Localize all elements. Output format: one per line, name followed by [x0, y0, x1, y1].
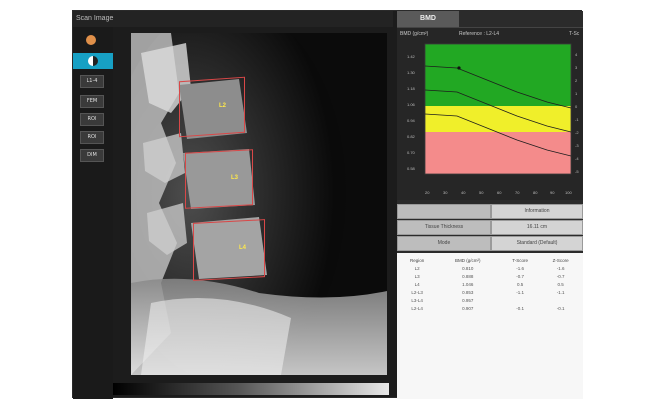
mode-label: Mode	[397, 236, 491, 251]
roi-box-l3[interactable]	[185, 149, 253, 209]
grayscale-window-bar[interactable]	[113, 383, 389, 395]
ytick-right: 4	[575, 52, 578, 57]
spine-tool-selected[interactable]	[73, 53, 113, 69]
ytick: 0.58	[407, 166, 415, 171]
ytick-right: -4	[575, 156, 579, 161]
ytick: 1.42	[407, 54, 415, 59]
cell-bmd: 0.907	[462, 305, 474, 311]
xtick: 40	[461, 190, 466, 195]
ytick-right: -3	[575, 143, 579, 148]
table-row[interactable]: L4 1.046 0.5 0.5	[399, 280, 581, 288]
bmd-results-table: Region BMD (g/cm²) T-Score Z-Score L2 0.…	[399, 256, 581, 312]
tab-bmd[interactable]: BMD	[397, 11, 459, 27]
blank-button[interactable]	[397, 204, 491, 219]
cell-region: L3	[414, 273, 420, 279]
information-button[interactable]: Information	[491, 204, 583, 219]
col-region: Region	[410, 257, 425, 263]
cell-region: L2-L3	[411, 289, 423, 295]
table-row[interactable]: L3 0.888 -0.7 -0.7	[399, 272, 581, 280]
tool-l1-l4[interactable]: L1-4	[80, 75, 104, 88]
ytick-right: -5	[575, 169, 579, 174]
tool-dim[interactable]: DIM	[80, 149, 104, 162]
cell-z-score: -0.1	[556, 305, 565, 311]
xtick: 100	[565, 190, 572, 195]
roi-label-l4: L4	[239, 245, 247, 251]
col-z-score: Z-Score	[552, 257, 569, 263]
tool-roi-2[interactable]: ROI	[80, 131, 104, 144]
cell-bmd: 1.046	[462, 281, 474, 287]
xtick: 60	[497, 190, 502, 195]
half-circle-icon	[88, 56, 98, 66]
xtick: 90	[550, 190, 555, 195]
xtick: 80	[533, 190, 538, 195]
col-t-score: T-Score	[512, 257, 529, 263]
zone-normal	[425, 44, 571, 106]
table-row[interactable]: L2-L4 0.907 -0.1 -0.1	[399, 304, 581, 312]
ytick-right: 1	[575, 91, 578, 96]
xtick: 50	[479, 190, 484, 195]
reference-graph: BMD (g/cm²) Reference : L2-L4 T-Sc 1.42 …	[397, 28, 583, 200]
cell-region: L2	[414, 265, 420, 271]
reference-curve-chart	[424, 43, 572, 175]
ytick: 1.30	[407, 70, 415, 75]
ytick-right: -2	[575, 130, 579, 135]
cell-bmd: 0.957	[462, 297, 474, 303]
tool-roi[interactable]: ROI	[80, 113, 104, 126]
patient-marker	[457, 66, 461, 70]
ytick: 0.70	[407, 150, 415, 155]
xtick: 20	[425, 190, 430, 195]
tool-strip: L1-4 FEM ROI ROI DIM	[73, 27, 113, 399]
mode-select[interactable]: Standard (Default)	[491, 236, 583, 251]
tissue-thickness-value[interactable]: 16.11 cm	[491, 220, 583, 235]
cell-t-score: -1.1	[516, 289, 525, 295]
zone-osteoporosis	[425, 132, 571, 174]
cell-z-score: -1.6	[556, 265, 565, 271]
cell-t-score: 0.5	[517, 281, 524, 287]
col-bmd: BMD (g/cm²)	[454, 257, 481, 263]
results-panel: BMD BMD (g/cm²) Reference : L2-L4 T-Sc 1…	[397, 11, 583, 399]
cell-region: L4	[414, 281, 420, 287]
xtick: 70	[515, 190, 520, 195]
roi-label-l3: L3	[231, 175, 239, 181]
cell-z-score	[540, 296, 581, 304]
ytick: 1.18	[407, 86, 415, 91]
cell-bmd: 0.810	[462, 265, 474, 271]
table-header-row: Region BMD (g/cm²) T-Score Z-Score	[399, 256, 581, 264]
ytick-right: -1	[575, 117, 579, 122]
table-row[interactable]: L2 0.810 -1.6 -1.6	[399, 264, 581, 272]
cell-region: L2-L4	[411, 305, 423, 311]
cell-region: L3-L4	[411, 297, 423, 303]
ytick-right: 0	[575, 104, 578, 109]
cell-bmd: 0.853	[462, 289, 474, 295]
ytick: 1.06	[407, 102, 415, 107]
xtick: 30	[443, 190, 448, 195]
cell-t-score: -1.6	[516, 265, 525, 271]
ytick-right: 3	[575, 65, 578, 70]
ytick: 0.94	[407, 118, 415, 123]
results-table-container: Region BMD (g/cm²) T-Score Z-Score L2 0.…	[397, 253, 583, 399]
roi-label-l2: L2	[219, 103, 227, 109]
tissue-thickness-label: Tissue Thickness	[397, 220, 491, 235]
ytick-right: 2	[575, 78, 578, 83]
cell-z-score: 0.5	[557, 281, 564, 287]
table-row[interactable]: L3-L4 0.957	[399, 296, 581, 304]
roi-box-l4[interactable]	[193, 219, 265, 281]
tool-fem[interactable]: FEM	[80, 95, 104, 108]
cell-t-score: -0.7	[516, 273, 525, 279]
cell-t-score: -0.1	[516, 305, 525, 311]
xray-viewport[interactable]: L2 L3 L4	[131, 33, 387, 375]
roi-box-l2[interactable]	[179, 76, 245, 138]
table-row[interactable]: L2-L3 0.853 -1.1 -1.1	[399, 288, 581, 296]
cell-z-score: -0.7	[556, 273, 565, 279]
orange-dot-icon[interactable]	[86, 35, 96, 45]
ytick: 0.82	[407, 134, 415, 139]
cell-z-score: -1.1	[556, 289, 565, 295]
cell-bmd: 0.888	[462, 273, 474, 279]
tab-bar: BMD	[397, 11, 583, 28]
densitometry-app-window: Scan Image L1-4 FEM ROI ROI DIM L2 L3 L4…	[72, 10, 583, 399]
zone-osteopenia	[425, 106, 571, 132]
window-title: Scan Image	[73, 11, 393, 27]
lumbar-spine-xray-image	[131, 33, 387, 375]
cell-t-score	[500, 296, 540, 304]
